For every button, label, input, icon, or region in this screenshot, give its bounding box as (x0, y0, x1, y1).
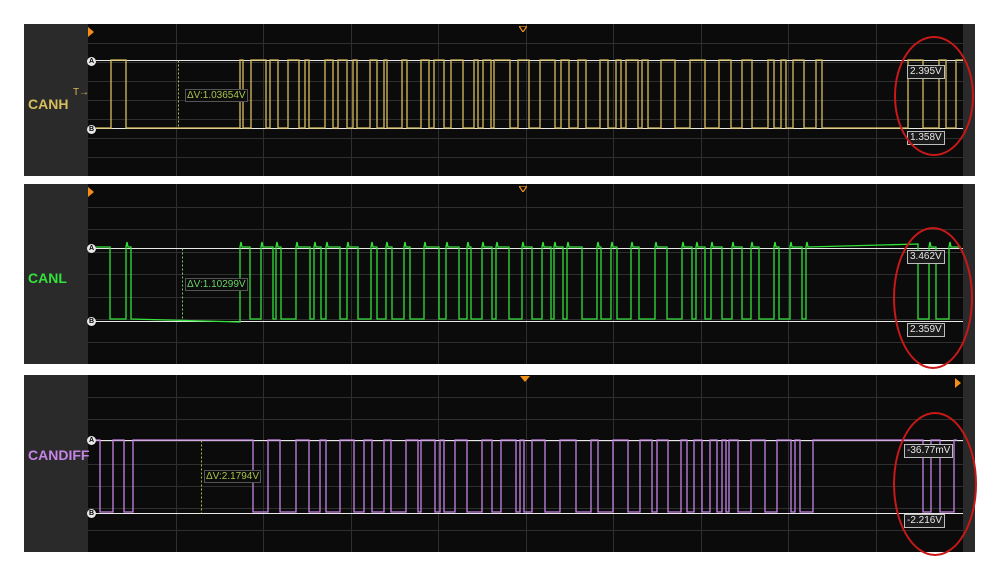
candiff-label-column: CANDIFF (24, 375, 90, 552)
canl-panel: CANL A B ΔV:1.10299V 3.462V 2.359V (24, 184, 975, 364)
canh-label-column: CANH T→ (24, 24, 89, 176)
candiff-waveform-plot (88, 375, 963, 552)
candiff-annotation-ring (893, 412, 977, 556)
canh-left-marker-icon[interactable] (88, 27, 94, 37)
candiff-right-marker-icon[interactable] (955, 378, 961, 388)
canh-cursor-a-tag[interactable]: A (87, 57, 96, 66)
canh-channel-label: CANH (28, 96, 69, 112)
canl-trigger-position-icon[interactable] (519, 186, 527, 192)
canl-label-column: CANL (24, 184, 88, 364)
canl-left-marker-icon[interactable] (88, 187, 94, 197)
canh-annotation-ring (894, 36, 974, 156)
canh-trigger-position-icon[interactable] (519, 26, 527, 32)
candiff-cursor-a-tag[interactable]: A (87, 436, 96, 445)
canh-delta-v-readout: ΔV:1.03654V (185, 89, 248, 102)
canl-cursor-a-tag[interactable]: A (87, 244, 96, 253)
canl-delta-v-readout: ΔV:1.10299V (185, 278, 248, 291)
canl-annotation-ring (893, 227, 973, 369)
canh-cursor-b-tag[interactable]: B (87, 125, 96, 134)
candiff-plot-area[interactable]: A B ΔV:2.1794V -36.77mV -2.216V (87, 375, 975, 552)
canl-cursor-b-tag[interactable]: B (87, 317, 96, 326)
candiff-delta-v-readout: ΔV:2.1794V (204, 470, 262, 483)
candiff-cursor-b-tag[interactable]: B (87, 509, 96, 518)
canl-waveform-plot (88, 184, 963, 364)
canh-trigger-marker[interactable]: T→ (73, 87, 89, 98)
candiff-channel-label: CANDIFF (28, 447, 90, 463)
candiff-trigger-position-icon[interactable] (520, 376, 530, 382)
candiff-panel: CANDIFF A B ΔV:2.1794V -36.77mV -2.216V (24, 375, 975, 552)
canh-plot-area[interactable]: A B ΔV:1.03654V 2.395V 1.358V (87, 24, 975, 176)
canl-channel-label: CANL (28, 270, 67, 286)
canl-plot-area[interactable]: A B ΔV:1.10299V 3.462V 2.359V (87, 184, 975, 364)
canh-panel: CANH T→ A B ΔV:1.03654V 2.395V 1.358V (24, 24, 975, 176)
